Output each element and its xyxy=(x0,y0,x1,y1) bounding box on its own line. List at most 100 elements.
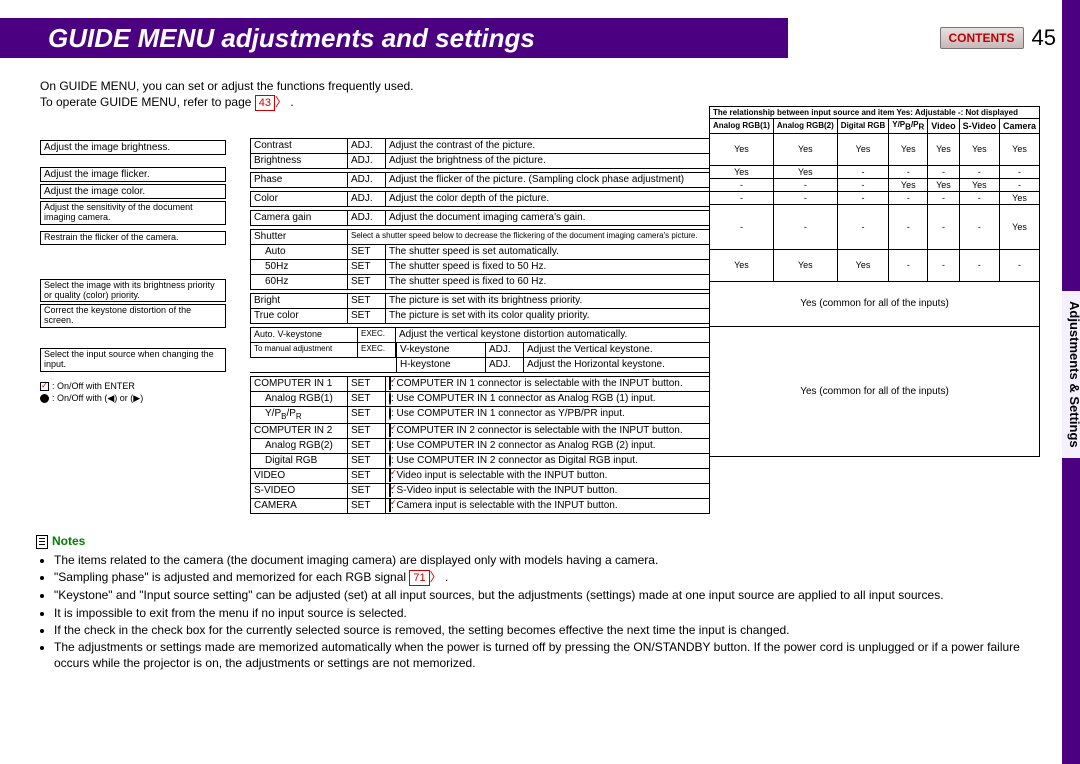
cell-hkey: H-keystone xyxy=(396,358,486,372)
tag: ADJ. xyxy=(486,343,524,357)
tag: SET xyxy=(348,484,386,498)
col-argb2: Analog RGB(2) xyxy=(773,119,837,134)
desc: : Use COMPUTER IN 2 connector as Digital… xyxy=(386,454,710,468)
legend-1: : On/Off with ENTER xyxy=(52,381,135,391)
cell-auto: Auto xyxy=(250,245,348,259)
col-argb1: Analog RGB(1) xyxy=(710,119,774,134)
cell-truecolor: True color xyxy=(250,309,348,323)
block-image: ContrastADJ.Adjust the contrast of the p… xyxy=(250,138,710,169)
desc: : Video input is selectable with the INP… xyxy=(386,469,710,483)
notes-icon xyxy=(36,535,48,549)
note-item: If the check in the check box for the cu… xyxy=(54,623,1052,638)
desc: Adjust the brightness of the picture. xyxy=(386,154,710,168)
page-title: GUIDE MENU adjustments and settings xyxy=(48,23,535,54)
hint-brightness: Adjust the image brightness. xyxy=(40,140,226,155)
desc: : Use COMPUTER IN 1 connector as Y/PB/PR… xyxy=(386,407,710,423)
desc: Adjust the Horizontal keystone. xyxy=(524,358,710,372)
header-accent xyxy=(0,18,18,58)
block-shutter: ShutterSelect a shutter speed below to d… xyxy=(250,229,710,290)
desc: Adjust the flicker of the picture. (Samp… xyxy=(386,173,710,187)
block-inputs: COMPUTER IN 1SET: COMPUTER IN 1 connecto… xyxy=(250,376,710,514)
checkbox-icon xyxy=(389,484,391,497)
tag: SET xyxy=(348,245,386,259)
chevron-icon: 〉 xyxy=(275,95,287,109)
legend-2: : On/Off with (◀) or (▶) xyxy=(52,393,143,403)
tag: EXEC. xyxy=(358,343,396,357)
intro-text: On GUIDE MENU, you can set or adjust the… xyxy=(40,78,414,111)
header-right: CONTENTS 45 xyxy=(788,25,1062,51)
notes-section: Notes The items related to the camera (t… xyxy=(36,534,1052,673)
tag: ADJ. xyxy=(348,154,386,168)
cell-svideo: S-VIDEO xyxy=(250,484,348,498)
desc: The picture is set with its brightness p… xyxy=(386,294,710,308)
section-tab: Adjustments & Settings xyxy=(1062,290,1080,459)
checkbox-icon xyxy=(389,469,391,482)
cell-contrast: Contrast xyxy=(250,139,348,153)
matrix-row: ---YesYesYes- xyxy=(710,178,1040,191)
cell-cin2: COMPUTER IN 2 xyxy=(250,424,348,438)
note-item: "Keystone" and "Input source setting" ca… xyxy=(54,588,1052,603)
desc: : Use COMPUTER IN 2 connector as Analog … xyxy=(386,439,710,453)
cell-camera: CAMERA xyxy=(250,499,348,513)
hint-color: Adjust the image color. xyxy=(40,184,226,199)
tag: ADJ. xyxy=(486,358,524,372)
cell-60hz: 60Hz xyxy=(250,275,348,289)
hint-shutter: Restrain the flicker of the camera. xyxy=(40,231,226,245)
cell-phase: Phase xyxy=(250,173,348,187)
desc: : S-Video input is selectable with the I… xyxy=(386,484,710,498)
page-header: GUIDE MENU adjustments and settings CONT… xyxy=(18,18,1062,58)
tag: ADJ. xyxy=(348,192,386,206)
col-camera: Camera xyxy=(999,119,1039,134)
cell-bright: Bright xyxy=(250,294,348,308)
checkbox-icon xyxy=(389,377,391,390)
checkbox-icon xyxy=(389,499,391,512)
matrix-row: ------Yes xyxy=(710,204,1040,249)
legend: : On/Off with ENTER : On/Off with (◀) or… xyxy=(40,380,226,404)
block-keystone: Auto. V-keystoneEXEC.Adjust the vertical… xyxy=(250,327,710,373)
note-item: The items related to the camera (the doc… xyxy=(54,553,1052,568)
matrix-row: YesYes----- xyxy=(710,165,1040,178)
desc: The shutter speed is set automatically. xyxy=(386,245,710,259)
page-ref-43[interactable]: 43 xyxy=(255,95,275,112)
chevron-icon: 〉 xyxy=(430,570,442,584)
col-drgb: Digital RGB xyxy=(837,119,888,134)
desc: Adjust the vertical keystone distortion … xyxy=(396,328,710,342)
intro-line2b: . xyxy=(290,95,293,109)
desc: Select a shutter speed below to decrease… xyxy=(348,230,710,244)
contents-button[interactable]: CONTENTS xyxy=(940,27,1024,49)
cell-tomanual: To manual adjustment xyxy=(250,343,358,357)
hints-column: Adjust the image brightness. Adjust the … xyxy=(40,118,226,517)
cell-video: VIDEO xyxy=(250,469,348,483)
notes-header: Notes xyxy=(36,534,1052,549)
page-number: 45 xyxy=(1032,25,1056,51)
page-ref-71[interactable]: 71 xyxy=(409,570,429,586)
hint-flicker: Adjust the image flicker. xyxy=(40,167,226,182)
tag: SET xyxy=(348,439,386,453)
col-ypbpr: Y/PB/PR xyxy=(889,119,928,134)
cell-argb1: Analog RGB(1) xyxy=(250,392,348,406)
note-item: "Sampling phase" is adjusted and memoriz… xyxy=(54,570,1052,586)
intro-line1: On GUIDE MENU, you can set or adjust the… xyxy=(40,78,414,94)
desc: : COMPUTER IN 2 connector is selectable … xyxy=(386,424,710,438)
tag: SET xyxy=(348,499,386,513)
compatibility-matrix: The relationship between input source an… xyxy=(709,106,1040,457)
settings-rows: ContrastADJ.Adjust the contrast of the p… xyxy=(250,118,710,517)
intro-line2: To operate GUIDE MENU, refer to page 43〉… xyxy=(40,94,414,111)
tag: SET xyxy=(348,454,386,468)
tag: SET xyxy=(348,407,386,423)
desc: : COMPUTER IN 1 connector is selectable … xyxy=(386,377,710,391)
tag: SET xyxy=(348,377,386,391)
cell-argb2: Analog RGB(2) xyxy=(250,439,348,453)
cell-cin1: COMPUTER IN 1 xyxy=(250,377,348,391)
tag: ADJ. xyxy=(348,139,386,153)
col-svideo: S-Video xyxy=(959,119,999,134)
checkbox-icon xyxy=(389,424,391,437)
tag: ADJ. xyxy=(348,173,386,187)
tag: SET xyxy=(348,424,386,438)
cell-brightness: Brightness xyxy=(250,154,348,168)
tag: SET xyxy=(348,392,386,406)
cell-50hz: 50Hz xyxy=(250,260,348,274)
block-priority: BrightSETThe picture is set with its bri… xyxy=(250,293,710,324)
hint-keystone: Correct the keystone distortion of the s… xyxy=(40,304,226,328)
desc: : Use COMPUTER IN 1 connector as Analog … xyxy=(386,392,710,406)
